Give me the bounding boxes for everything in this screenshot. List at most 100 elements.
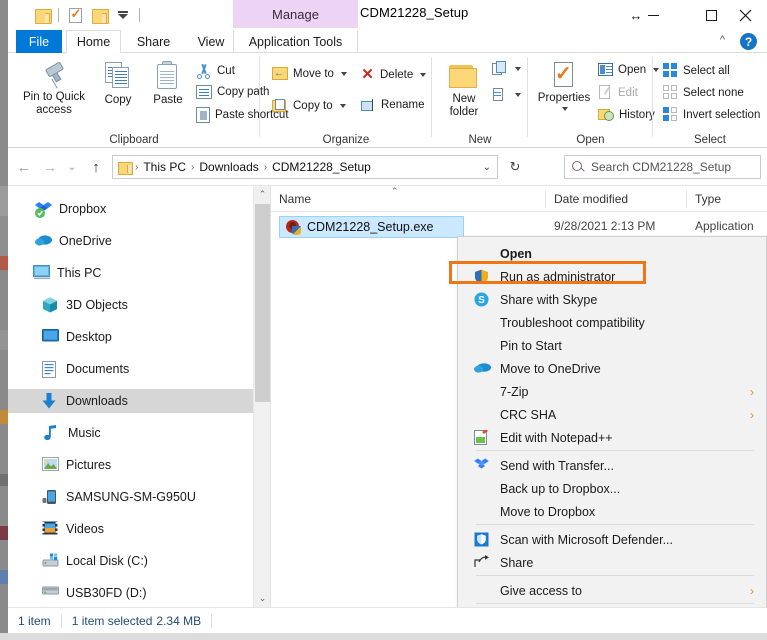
back-button[interactable]: ← (12, 156, 36, 178)
new-folder-icon[interactable] (30, 4, 54, 26)
context-menu-item-share-with-skype[interactable]: S Share with Skype (458, 288, 766, 311)
properties-chevron-down-icon[interactable] (562, 107, 568, 111)
properties-button[interactable]: ✓ Properties (532, 61, 596, 111)
delete-chevron-down-icon[interactable] (420, 72, 427, 77)
address-chevron-down-icon[interactable]: ⌄ (483, 162, 495, 173)
context-menu-item-label: Give access to (500, 583, 582, 598)
up-button[interactable]: ↑ (84, 156, 108, 178)
invert-selection-button[interactable]: Invert selection (663, 107, 760, 122)
sidebar-item-videos[interactable]: Videos (8, 517, 253, 541)
column-header-date-modified[interactable]: Date modified (546, 186, 687, 212)
context-menu-item-scan-with-microsoft-defender[interactable]: Scan with Microsoft Defender... (458, 528, 766, 551)
context-menu-item-pin-to-start[interactable]: Pin to Start (458, 334, 766, 357)
scissors-icon (196, 63, 212, 79)
search-box[interactable]: Search CDM21228_Setup (564, 155, 761, 179)
select-none-button[interactable]: Select none (663, 85, 744, 100)
context-menu-item-troubleshoot-compatibility[interactable]: Troubleshoot compatibility (458, 311, 766, 334)
customize-dropdown-icon[interactable] (111, 4, 135, 26)
scrollbar-thumb[interactable] (255, 204, 270, 402)
breadcrumb-downloads[interactable]: Downloads (196, 160, 261, 174)
sidebar-item-music[interactable]: Music (8, 421, 253, 445)
tab-application-tools[interactable]: Application Tools (233, 30, 358, 53)
tab-home[interactable]: Home (66, 30, 121, 53)
desktop-icon (42, 328, 59, 346)
sidebar-item-downloads[interactable]: Downloads (8, 389, 253, 413)
minimize-button[interactable] (630, 0, 676, 30)
paste-button[interactable]: Paste (144, 61, 192, 107)
pictures-icon (42, 456, 59, 474)
window-title: CDM21228_Setup (360, 5, 469, 20)
sidebar-item-3d-objects[interactable]: 3D Objects (8, 293, 253, 317)
cut-button[interactable]: Cut (196, 63, 235, 79)
rename-button[interactable]: Rename (360, 99, 424, 111)
new-item-chevron-down-icon[interactable] (515, 67, 521, 71)
sidebar-item-samsung-phone[interactable]: SAMSUNG-SM-G950U (8, 485, 253, 509)
sidebar-item-pictures[interactable]: Pictures (8, 453, 253, 477)
help-icon[interactable]: ? (740, 33, 757, 50)
forward-button[interactable]: → (38, 156, 62, 178)
tab-share[interactable]: Share (126, 30, 181, 53)
context-menu-item-move-to-dropbox[interactable]: Move to Dropbox (458, 500, 766, 523)
qat-divider-2 (139, 8, 140, 22)
tab-view[interactable]: View (186, 30, 236, 53)
folder-icon[interactable] (87, 4, 111, 26)
share-icon (474, 554, 492, 571)
new-folder-button[interactable]: New folder (440, 63, 488, 119)
rename-label: Rename (381, 99, 425, 111)
breadcrumb-cdm21228-setup[interactable]: CDM21228_Setup (269, 160, 374, 174)
context-menu-item-edit-with-notepadpp[interactable]: Edit with Notepad++ (458, 426, 766, 449)
sidebar-item-dropbox[interactable]: Dropbox (8, 197, 253, 221)
scroll-down-arrow-icon[interactable]: ⌄ (254, 590, 271, 607)
breadcrumb-this-pc[interactable]: This PC (140, 160, 189, 174)
navigation-pane: Dropbox OneDrive This PC 3D Objects Desk… (8, 186, 253, 607)
context-menu-item-move-to-onedrive[interactable]: Move to OneDrive (458, 357, 766, 380)
delete-button[interactable]: ✕ Delete (360, 66, 427, 83)
navigation-pane-scrollbar[interactable]: ⌃ ⌄ (253, 186, 270, 607)
sidebar-item-this-pc[interactable]: This PC (8, 261, 253, 285)
context-menu-item-give-access-to[interactable]: Give access to › (458, 579, 766, 602)
delete-x-icon: ✕ (361, 66, 374, 83)
close-button[interactable] (722, 0, 767, 30)
search-input[interactable]: Search CDM21228_Setup (591, 160, 731, 174)
notepadpp-icon (474, 428, 492, 446)
column-header-type[interactable]: Type (687, 186, 767, 212)
collapse-ribbon-icon[interactable]: ^ (720, 34, 725, 46)
context-menu-item-open[interactable]: Open (458, 242, 766, 265)
sidebar-item-label: Videos (66, 522, 104, 536)
select-all-button[interactable]: Select all (663, 63, 730, 78)
sidebar-item-onedrive[interactable]: OneDrive (8, 229, 253, 253)
history-button[interactable]: History (598, 107, 655, 122)
sidebar-item-desktop[interactable]: Desktop (8, 325, 253, 349)
context-menu-item-run-as-administrator[interactable]: Run as administrator (458, 265, 766, 288)
context-menu-item-crc-sha[interactable]: CRC SHA › (458, 403, 766, 426)
refresh-button[interactable]: ↻ (502, 155, 528, 179)
sidebar-item-usb30fd-d[interactable]: USB30FD (D:) (8, 581, 253, 605)
manage-contextual-tab-header[interactable]: Manage (233, 0, 358, 28)
context-menu-item-send-with-transfer[interactable]: Send with Transfer... (458, 454, 766, 477)
new-item-button[interactable] (492, 61, 521, 77)
context-menu-item-7-zip[interactable]: 7-Zip › (458, 380, 766, 403)
column-header-name[interactable]: ⌃ Name (271, 186, 546, 212)
move-to-chevron-down-icon[interactable] (340, 72, 347, 76)
move-to-button[interactable]: ← Move to (272, 67, 347, 81)
properties-icon[interactable] (63, 4, 87, 26)
copy-button[interactable]: Copy (94, 61, 142, 107)
easy-access-chevron-down-icon[interactable] (515, 93, 521, 97)
context-menu-item-label: Scan with Microsoft Defender... (500, 532, 673, 547)
no-icon (474, 583, 492, 599)
scroll-up-arrow-icon[interactable]: ⌃ (254, 186, 271, 203)
recent-locations-chevron-down-icon[interactable]: ⌄ (64, 156, 80, 178)
group-label-organize: Organize (322, 134, 370, 146)
pin-to-quick-access-button[interactable]: Pin to Quick access (18, 63, 90, 117)
easy-access-button[interactable] (492, 87, 521, 103)
context-menu-item-back-up-to-dropbox[interactable]: Back up to Dropbox... (458, 477, 766, 500)
sidebar-item-documents[interactable]: Documents (8, 357, 253, 381)
sidebar-item-local-disk-c[interactable]: Local Disk (C:) (8, 549, 253, 573)
tab-file[interactable]: File (16, 30, 62, 53)
table-row[interactable]: CDM21228_Setup.exe (279, 216, 464, 238)
context-menu-item-share[interactable]: Share (458, 551, 766, 574)
address-bar[interactable]: › This PC › Downloads › CDM21228_Setup ⌄ (112, 155, 498, 179)
open-button[interactable]: Open (598, 63, 660, 76)
copy-to-button[interactable]: Copy to (272, 99, 346, 113)
copy-to-chevron-down-icon[interactable] (339, 104, 346, 108)
